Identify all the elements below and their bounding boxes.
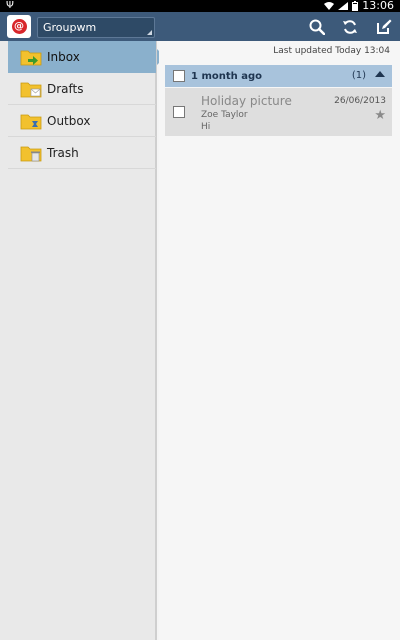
signal-icon	[338, 2, 349, 10]
folder-sidebar: Inbox Drafts Outbox Trash	[0, 41, 165, 640]
compose-icon	[377, 19, 392, 34]
action-bar: @ Groupwm	[0, 12, 400, 41]
refresh-button[interactable]	[338, 15, 362, 39]
folder-trash[interactable]: Trash	[8, 137, 156, 169]
clock: 13:06	[362, 0, 394, 12]
status-icons: 13:06	[324, 0, 394, 12]
email-select-checkbox[interactable]	[173, 106, 185, 118]
trash-folder-icon	[20, 144, 42, 162]
inbox-folder-icon	[20, 48, 42, 66]
star-icon[interactable]: ★	[374, 108, 386, 123]
folder-label: Drafts	[47, 81, 84, 96]
folder-label: Trash	[47, 145, 79, 160]
folder-inbox[interactable]: Inbox	[8, 41, 165, 73]
account-dropdown[interactable]: Groupwm	[37, 17, 155, 38]
refresh-icon	[343, 20, 357, 34]
group-select-checkbox[interactable]	[173, 70, 185, 82]
usb-icon: Ψ	[6, 0, 14, 11]
folder-label: Inbox	[47, 50, 80, 64]
email-list-item[interactable]: Holiday picture Zoe Taylor Hi 26/06/2013…	[165, 88, 392, 136]
account-name: Groupwm	[43, 21, 97, 34]
status-bar: Ψ 13:06	[0, 0, 400, 12]
email-app-icon[interactable]: @	[7, 15, 31, 38]
search-button[interactable]	[305, 15, 329, 39]
wifi-icon	[324, 2, 335, 10]
folder-label: Outbox	[47, 113, 91, 128]
email-subject: Holiday picture	[201, 94, 292, 108]
battery-icon	[352, 1, 359, 11]
collapse-chevron-icon[interactable]	[375, 71, 385, 77]
search-icon	[309, 19, 325, 35]
at-sign-icon: @	[11, 19, 27, 34]
drafts-folder-icon	[20, 80, 42, 98]
group-label: 1 month ago	[191, 70, 263, 82]
folder-outbox[interactable]: Outbox	[8, 105, 156, 137]
message-group-header[interactable]: 1 month ago (1)	[165, 65, 392, 87]
email-date: 26/06/2013	[334, 96, 386, 106]
outbox-folder-icon	[20, 112, 42, 130]
message-list-pane: Last updated Today 13:04 1 month ago (1)…	[159, 41, 400, 640]
last-updated-text: Last updated Today 13:04	[273, 46, 390, 56]
compose-button[interactable]	[372, 15, 396, 39]
email-snippet: Hi	[201, 122, 211, 132]
group-count: (1)	[351, 70, 366, 81]
dropdown-corner-icon	[147, 30, 152, 35]
email-sender: Zoe Taylor	[201, 110, 248, 120]
folder-drafts[interactable]: Drafts	[8, 73, 156, 105]
